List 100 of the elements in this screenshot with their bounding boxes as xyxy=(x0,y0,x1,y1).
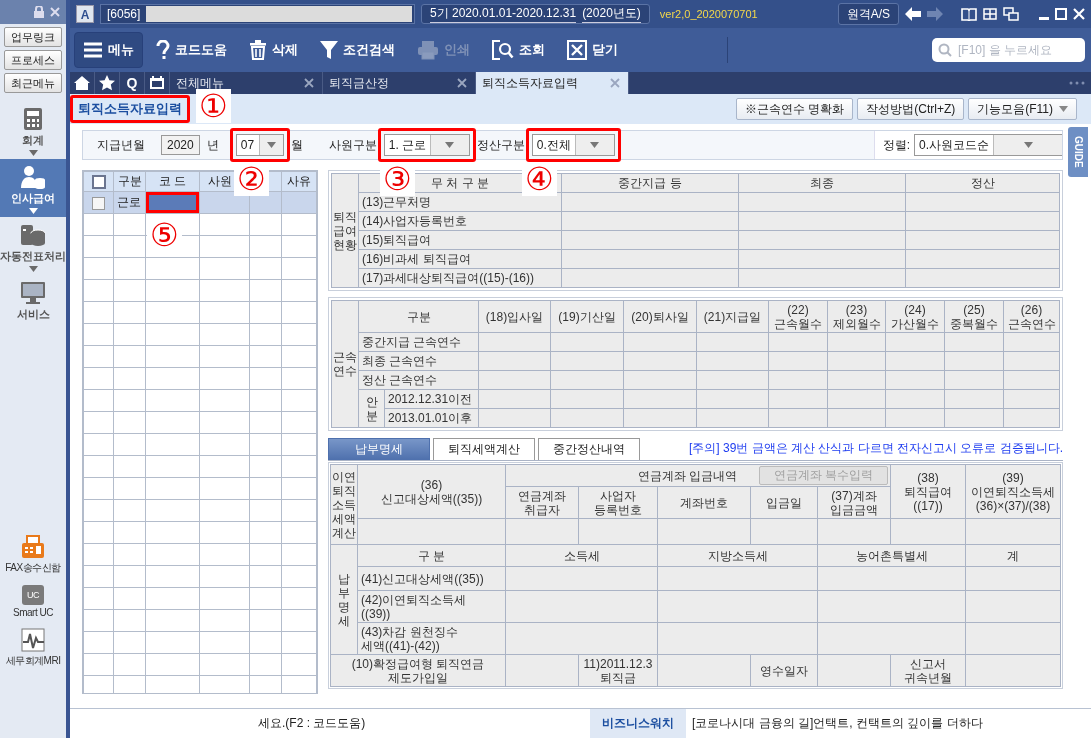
column-header: 사업자 등록번호 xyxy=(578,486,658,519)
nav-item[interactable]: 회계 xyxy=(0,101,66,159)
row-label: (41)신고대상세액((35)) xyxy=(357,566,506,591)
remote-support-button[interactable]: 원격A/S xyxy=(837,3,899,25)
highlight-frame xyxy=(229,128,290,162)
select-all-checkbox[interactable] xyxy=(91,174,106,189)
toolbar-button[interactable]: 코드도움 xyxy=(147,32,236,68)
close-icon xyxy=(457,78,467,88)
quick-link-button[interactable]: 프로세스 xyxy=(4,50,62,70)
section-label: 이연퇴직소득세액계산 xyxy=(332,469,356,540)
close-icon xyxy=(1073,8,1085,20)
month-dropdown[interactable]: 07 xyxy=(235,134,284,156)
row-label: (15)퇴직급여 xyxy=(358,230,562,250)
column-header: 중간지급 등 xyxy=(561,173,739,193)
tab[interactable]: 퇴직세액계산 xyxy=(433,438,535,460)
home-icon xyxy=(74,76,90,90)
caret-icon xyxy=(1023,142,1033,148)
star-icon xyxy=(99,75,115,91)
column-header: (22) 근속월수 xyxy=(768,300,828,333)
column-header: (19)기산일 xyxy=(550,300,624,333)
person-coins-icon xyxy=(20,165,46,189)
column-header: (26) 근속연수 xyxy=(1003,300,1060,333)
back-arrow-icon xyxy=(905,7,921,21)
table-row[interactable]: 근로 xyxy=(83,191,317,214)
notice-text: [주의] 39번 금액은 계산 산식과 다르면 전자신고시 오류로 검증됩니다. xyxy=(688,440,1063,457)
row-label: (13)근무처명 xyxy=(358,192,562,212)
maximize-icon xyxy=(1055,8,1067,20)
help-icon xyxy=(156,40,170,60)
tool-label[interactable]: FAX송수신함 xyxy=(5,561,61,575)
row-label: (14)사업자등록번호 xyxy=(358,211,562,231)
nav-item[interactable]: 서비스 xyxy=(0,275,66,325)
row-label: 중간지급 근속연수 xyxy=(358,332,479,352)
year-field[interactable]: 2020 xyxy=(161,135,200,155)
row-label: 최종 근속연수 xyxy=(358,351,479,371)
row-label: (16)비과세 퇴직급여 xyxy=(358,249,562,269)
row-label: (43)차감 원천징수 세액((41)-(42)) xyxy=(357,622,506,655)
grid-icon xyxy=(983,8,997,20)
close-icon xyxy=(610,78,620,88)
column-header: (39) 이연퇴직소득세 (36)×(37)/(38) xyxy=(965,464,1061,519)
action-button[interactable]: ※근속연수 명확화 xyxy=(735,98,854,120)
tool-label[interactable]: Smart UC xyxy=(13,607,53,618)
quick-link-button[interactable]: 업무링크 xyxy=(4,27,62,47)
news-source-label: 비즈니스워치 xyxy=(590,709,686,738)
settlement-type-dropdown[interactable]: 0.전체 xyxy=(531,134,615,156)
employee-type-dropdown[interactable]: 1. 근로 xyxy=(383,134,470,156)
row-checkbox[interactable] xyxy=(92,196,105,210)
fax-icon xyxy=(21,535,45,559)
column-header: 입금일 xyxy=(750,486,818,519)
nav-item[interactable]: 인사급여 xyxy=(0,159,66,217)
column-header: (25) 중복월수 xyxy=(944,300,1004,333)
column-header: (24) 가산월수 xyxy=(885,300,945,333)
action-button[interactable]: 기능모음(F11) xyxy=(968,98,1077,120)
action-button[interactable]: 작성방법(Ctrl+Z) xyxy=(857,98,965,120)
toolbar-button[interactable]: 닫기 xyxy=(558,32,627,68)
column-header: (20)퇴사일 xyxy=(623,300,697,333)
search-field[interactable]: [F10] 을 누르세요 xyxy=(932,38,1085,62)
company-field[interactable]: [6056] xyxy=(100,4,415,24)
toolbar-button[interactable]: 조회 xyxy=(483,32,554,68)
tab[interactable]: 퇴직소득자료입력 xyxy=(476,72,629,94)
field-label: 지급년월 xyxy=(97,136,145,154)
version-label: ver2,0_2020070701 xyxy=(659,8,758,20)
quick-link-button[interactable]: 최근메뉴 xyxy=(4,73,62,93)
column-header: (18)입사일 xyxy=(478,300,551,333)
column-header: 정산 xyxy=(905,173,1060,193)
column-header: 연금계좌 취급자 xyxy=(505,486,579,519)
filter-icon xyxy=(320,40,338,60)
tool-label[interactable]: 세무회계MRI xyxy=(5,654,61,668)
toolbar-button[interactable]: 삭제 xyxy=(240,32,307,68)
column-header: 구분 xyxy=(113,171,146,192)
section-label: 근속연수 xyxy=(333,350,357,378)
nav-item[interactable]: 자동전표처리 xyxy=(0,217,66,275)
toolbar-button[interactable]: 메뉴 xyxy=(74,32,143,68)
toolbar-button[interactable]: 조건검색 xyxy=(311,32,404,68)
tab[interactable]: 중간정산내역 xyxy=(538,438,640,460)
tab[interactable]: 납부명세 xyxy=(328,438,430,460)
field-label: 사원구분 xyxy=(328,136,377,154)
sort-dropdown[interactable]: 0.사원코드순 xyxy=(914,134,1062,156)
trash-icon xyxy=(249,40,267,60)
unit-label: 월 xyxy=(290,136,303,154)
pulse-chart-icon xyxy=(21,628,45,652)
callout-number: ① xyxy=(196,89,231,123)
row-label: 영수일자 xyxy=(750,654,818,687)
column-header: 구 분 xyxy=(357,544,506,567)
column-header: 계좌번호 xyxy=(657,486,751,519)
news-headline[interactable]: [코로나시대 금융의 길]언택트, 컨택트의 깊이를 더하다 xyxy=(686,715,983,732)
section-label: 납부명세 xyxy=(338,571,350,628)
column-header: 최종 xyxy=(738,173,906,193)
column-header: 사유 xyxy=(281,171,317,192)
field-label: 정렬: xyxy=(882,136,910,154)
calendar-icon xyxy=(149,76,165,90)
column-header: 농어촌특별세 xyxy=(817,544,966,567)
column-header: 구분 xyxy=(358,300,479,333)
row-label: (10)확정급여형 퇴직연금 제도가입일 xyxy=(330,654,506,687)
quick-search-tab[interactable]: Q xyxy=(126,75,138,91)
close-icon xyxy=(50,7,60,17)
close-icon xyxy=(304,78,314,88)
row-label: 2012.12.31이전 xyxy=(384,389,479,409)
period-field[interactable]: 5기 2020.01.01-2020.12.31 (2020년도) xyxy=(421,4,650,24)
lock-icon xyxy=(34,6,44,18)
caret-icon xyxy=(1059,106,1068,112)
